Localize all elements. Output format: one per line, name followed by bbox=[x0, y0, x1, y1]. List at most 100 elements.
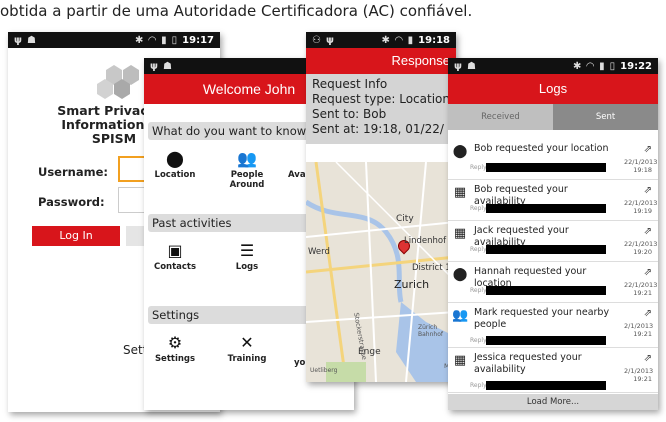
login-button[interactable]: Log In bbox=[32, 226, 120, 246]
wifi-icon: ◠ bbox=[586, 60, 595, 72]
status-time: 19:22 bbox=[620, 60, 652, 72]
map-label-uetliberg: Uetliberg bbox=[310, 367, 338, 374]
tab-sent[interactable]: Sent bbox=[553, 104, 658, 130]
log-entry-date: 22/1/2013 19:21 bbox=[624, 281, 658, 297]
contacts-tile-label: Contacts bbox=[153, 262, 197, 272]
people-icon: ⚇ bbox=[312, 34, 321, 46]
calendar-icon: ▦ bbox=[453, 185, 467, 200]
android-icon: ☗ bbox=[26, 34, 36, 46]
request-info-panel: Request Info Request type: Location Sent… bbox=[306, 74, 456, 144]
usb-icon: ψ bbox=[14, 34, 22, 46]
log-entry-text: Bob requested your location bbox=[474, 143, 609, 154]
location-pin-icon: ⬤ bbox=[452, 267, 468, 282]
reply-redacted bbox=[486, 381, 606, 390]
signal-icon: ▮ bbox=[161, 34, 167, 46]
external-link-icon[interactable]: ⇗ bbox=[644, 267, 652, 278]
calendar-icon: ▦ bbox=[453, 226, 467, 241]
location-tile-label: Location bbox=[154, 170, 196, 180]
log-entry[interactable]: ▦ Jack requested your availability Reply… bbox=[448, 222, 658, 262]
status-time: 19:17 bbox=[182, 34, 214, 46]
status-bar: ψ ☗ ✱ ◠ ▮ ▯ 19:17 bbox=[8, 32, 220, 48]
list-icon: ☰ bbox=[239, 241, 255, 260]
sent-at: Sent at: 19:18, 01/22/ bbox=[312, 122, 444, 136]
wifi-icon: ◠ bbox=[394, 34, 403, 46]
logs-tile-label: Logs bbox=[235, 262, 259, 272]
status-bar: ⚇ ψ ✱ ◠ ▮ 19:18 bbox=[306, 32, 456, 48]
load-more-button[interactable]: Load More... bbox=[448, 394, 658, 410]
log-entry-date: 22/1/2013 19:18 bbox=[624, 158, 658, 174]
map-view[interactable]: City Lindenhof District 1 Zurich Werd En… bbox=[306, 162, 456, 382]
bluetooth-icon: ✱ bbox=[135, 34, 144, 46]
status-time: 19:18 bbox=[418, 34, 450, 46]
people-icon: 👥 bbox=[237, 149, 257, 168]
log-entry-date: 2/1/2013 19:21 bbox=[624, 322, 654, 338]
app-logo bbox=[97, 65, 139, 99]
external-link-icon[interactable]: ⇗ bbox=[644, 308, 652, 319]
people-around-tile-label: People Around bbox=[229, 170, 265, 190]
calendar-icon: ▦ bbox=[453, 353, 467, 368]
map-label-district: District 1 bbox=[412, 263, 451, 273]
external-link-icon[interactable]: ⇗ bbox=[644, 144, 652, 155]
log-entry-date: 2/1/2013 19:21 bbox=[624, 367, 654, 383]
log-entry[interactable]: ⬤ Hannah requested your location Reply: … bbox=[448, 263, 658, 303]
location-pin-icon: ⬤ bbox=[452, 144, 468, 159]
response-title: Response bbox=[306, 48, 456, 74]
log-entry[interactable]: ▦ Jessica requested your availability Re… bbox=[448, 349, 658, 393]
logs-tile[interactable]: ☰ Logs bbox=[218, 240, 276, 272]
battery-icon: ▯ bbox=[171, 34, 178, 46]
map-label-city: City bbox=[396, 214, 414, 224]
usb-icon: ψ bbox=[325, 34, 334, 46]
status-bar: ψ ☗ ✱ ◠ ▮ ▯ 19:22 bbox=[448, 58, 658, 74]
map-label-lindenhof: Lindenhof bbox=[404, 236, 447, 246]
external-link-icon[interactable]: ⇗ bbox=[644, 185, 652, 196]
training-tile[interactable]: ✕ Training bbox=[218, 332, 276, 364]
signal-icon: ▮ bbox=[407, 34, 414, 46]
map-label-zurich: Zurich bbox=[394, 278, 430, 291]
map-label-werd: Werd bbox=[308, 247, 330, 257]
people-around-tile[interactable]: 👥 People Around bbox=[218, 148, 276, 190]
external-link-icon[interactable]: ⇗ bbox=[644, 353, 652, 364]
battery-icon: ▯ bbox=[609, 60, 616, 72]
logs-screen: ψ ☗ ✱ ◠ ▮ ▯ 19:22 Logs Received Sent ⬤ Bo… bbox=[448, 58, 658, 410]
external-link-icon[interactable]: ⇗ bbox=[644, 226, 652, 237]
bluetooth-icon: ✱ bbox=[573, 60, 582, 72]
password-label: Password: bbox=[38, 195, 105, 209]
settings-tile[interactable]: ⚙ Settings bbox=[146, 332, 204, 364]
usb-icon: ψ bbox=[150, 60, 158, 72]
signal-icon: ▮ bbox=[599, 60, 605, 72]
location-tile[interactable]: ⬤ Location bbox=[146, 148, 204, 180]
bluetooth-icon: ✱ bbox=[381, 34, 390, 46]
extra-tile-label: yo bbox=[294, 358, 306, 368]
log-entry[interactable]: ▦ Bob requested your availability Reply:… bbox=[448, 181, 658, 221]
contact-card-icon: ▣ bbox=[167, 241, 183, 260]
log-entry-date: 22/1/2013 19:20 bbox=[624, 240, 658, 256]
settings-tile-label: Settings bbox=[154, 354, 196, 364]
contacts-tile[interactable]: ▣ Contacts bbox=[146, 240, 204, 272]
usb-icon: ψ bbox=[454, 60, 462, 72]
log-entry-text: Mark requested your nearby people bbox=[474, 307, 610, 330]
tools-icon: ✕ bbox=[240, 333, 254, 352]
reply-redacted bbox=[486, 163, 606, 172]
request-info-heading: Request Info bbox=[312, 77, 388, 91]
android-icon: ☗ bbox=[162, 60, 172, 72]
figure-caption: obtida a partir de uma Autoridade Certif… bbox=[0, 2, 473, 20]
training-tile-label: Training bbox=[227, 354, 267, 364]
response-screen: ⚇ ψ ✱ ◠ ▮ 19:18 Response Request Info Req… bbox=[306, 32, 456, 382]
gears-icon: ⚙ bbox=[167, 333, 183, 352]
tab-received[interactable]: Received bbox=[448, 104, 553, 130]
username-label: Username: bbox=[38, 165, 108, 179]
people-icon: 👥 bbox=[452, 308, 469, 323]
logs-title: Logs bbox=[448, 74, 658, 104]
reply-redacted bbox=[486, 336, 606, 345]
location-pin-icon: ⬤ bbox=[166, 149, 184, 168]
log-entry[interactable]: 👥 Mark requested your nearby people Repl… bbox=[448, 304, 658, 348]
reply-redacted bbox=[486, 204, 606, 213]
log-entry[interactable]: ⬤ Bob requested your location Reply: ⇗ 2… bbox=[448, 140, 658, 180]
sent-to: Sent to: Bob bbox=[312, 107, 387, 121]
request-type: Request type: Location bbox=[312, 92, 450, 106]
android-icon: ☗ bbox=[466, 60, 476, 72]
log-entry-text: Jessica requested your availability bbox=[474, 352, 582, 375]
logs-tabs: Received Sent bbox=[448, 104, 658, 130]
wifi-icon: ◠ bbox=[148, 34, 157, 46]
log-entry-date: 22/1/2013 19:19 bbox=[624, 199, 658, 215]
